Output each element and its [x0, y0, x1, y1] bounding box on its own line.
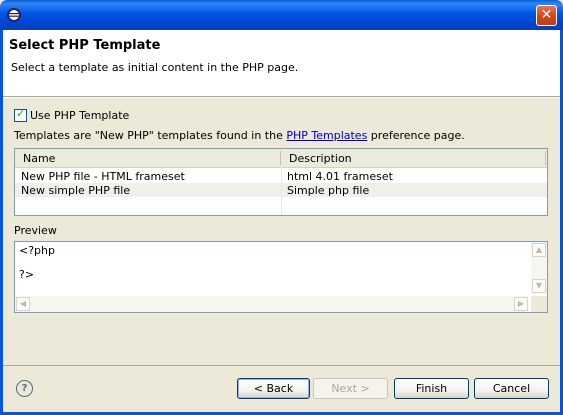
title-bar[interactable]: ✕	[0, 0, 563, 30]
eclipse-icon	[7, 8, 21, 22]
close-button[interactable]: ✕	[536, 5, 557, 26]
window-frame	[0, 30, 563, 415]
